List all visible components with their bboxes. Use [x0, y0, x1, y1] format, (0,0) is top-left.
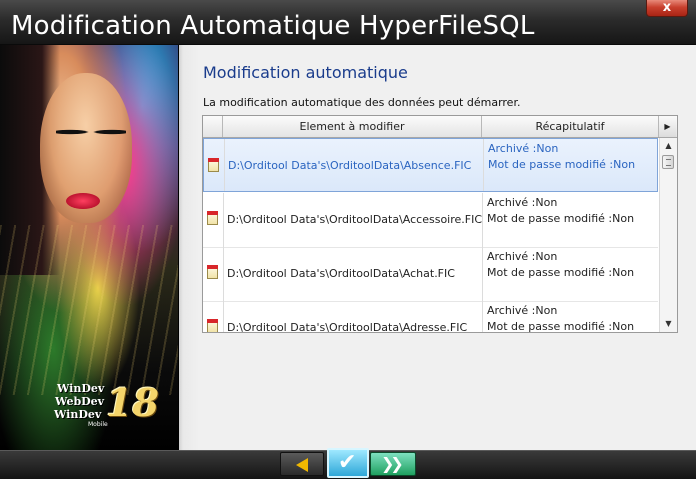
- scroll-thumb[interactable]: [662, 155, 674, 169]
- windev-logo: WinDev WebDev WinDev Mobile 18: [52, 381, 162, 431]
- row-archive: Archivé :Non: [487, 250, 558, 263]
- row-icon-cell: [204, 139, 225, 191]
- columns-arrow-button[interactable]: ▶: [659, 116, 676, 137]
- row-path: D:\Orditool Data's\OrditoolData\Achat.FI…: [227, 267, 455, 280]
- banner-lips-shape: [66, 193, 100, 209]
- row-password: Mot de passe modifié :Non: [488, 158, 636, 171]
- ok-button[interactable]: ✔: [327, 448, 369, 478]
- next-button[interactable]: ❯❯: [370, 452, 416, 476]
- table-row[interactable]: D:\Orditool Data's\OrditoolData\Achat.FI…: [203, 247, 658, 302]
- main-panel: Modification automatique La modification…: [179, 45, 696, 450]
- row-archive: Archivé :Non: [487, 304, 558, 317]
- file-icon: [207, 265, 218, 279]
- file-icon: [208, 158, 219, 172]
- logo-version: 18: [106, 380, 159, 425]
- table-body[interactable]: D:\Orditool Data's\OrditoolData\Absence.…: [203, 138, 658, 332]
- title-bar: Modification Automatique HyperFileSQL x: [0, 0, 696, 45]
- row-password: Mot de passe modifié :Non: [487, 266, 635, 279]
- close-icon: x: [662, 0, 672, 15]
- header-icon-column: [203, 116, 223, 137]
- file-icon: [207, 319, 218, 332]
- chevron-down-icon: ▼: [665, 319, 672, 328]
- close-button[interactable]: x: [646, 0, 688, 17]
- logo-windev: WinDev: [57, 382, 105, 395]
- row-password: Mot de passe modifié :Non: [487, 320, 635, 332]
- banner-eyes-shape: [56, 125, 126, 139]
- arrow-left-icon: [296, 458, 308, 472]
- row-archive: Archivé :Non: [487, 196, 558, 209]
- row-path: D:\Orditool Data's\OrditoolData\Adresse.…: [227, 321, 468, 332]
- logo-webdev: WebDev: [55, 395, 105, 408]
- logo-windev-mobile: WinDev: [54, 408, 102, 421]
- row-icon-cell: [203, 193, 224, 247]
- table-row[interactable]: D:\Orditool Data's\OrditoolData\Adresse.…: [203, 301, 658, 332]
- banner-light-streaks: [0, 225, 178, 395]
- page-title: Modification automatique: [203, 63, 408, 82]
- table-header: Element à modifier Récapitulatif ▶: [203, 116, 677, 138]
- row-archive: Archivé :Non: [488, 142, 559, 155]
- column-separator: [482, 301, 483, 332]
- row-path: D:\Orditool Data's\OrditoolData\Absence.…: [228, 159, 472, 172]
- checkmark-icon: ✔: [338, 450, 357, 475]
- scroll-up-button[interactable]: ▲: [660, 138, 677, 154]
- chevron-right-icon: ▶: [664, 122, 671, 131]
- intro-text: La modification automatique des données …: [203, 96, 521, 109]
- file-icon: [207, 211, 218, 225]
- column-separator: [483, 139, 484, 191]
- header-element[interactable]: Element à modifier: [223, 116, 482, 137]
- scroll-down-button[interactable]: ▼: [660, 316, 677, 332]
- table-row[interactable]: D:\Orditool Data's\OrditoolData\Accessoi…: [203, 193, 658, 248]
- side-banner-image: WinDev WebDev WinDev Mobile 18: [0, 45, 178, 450]
- window-title: Modification Automatique HyperFileSQL: [11, 11, 535, 41]
- double-arrow-right-icon: ❯❯: [381, 454, 404, 473]
- back-button[interactable]: [280, 452, 324, 476]
- files-table: Element à modifier Récapitulatif ▶ D:\Or…: [202, 115, 678, 333]
- table-row[interactable]: D:\Orditool Data's\OrditoolData\Absence.…: [203, 138, 658, 192]
- row-password: Mot de passe modifié :Non: [487, 212, 635, 225]
- header-recap[interactable]: Récapitulatif: [482, 116, 659, 137]
- chevron-up-icon: ▲: [665, 141, 672, 150]
- vertical-scrollbar[interactable]: ▲ ▼: [659, 138, 677, 332]
- column-separator: [482, 193, 483, 247]
- row-icon-cell: [203, 301, 224, 332]
- row-icon-cell: [203, 247, 224, 301]
- row-path: D:\Orditool Data's\OrditoolData\Accessoi…: [227, 213, 483, 226]
- column-separator: [482, 247, 483, 301]
- logo-mobile: Mobile: [88, 421, 108, 428]
